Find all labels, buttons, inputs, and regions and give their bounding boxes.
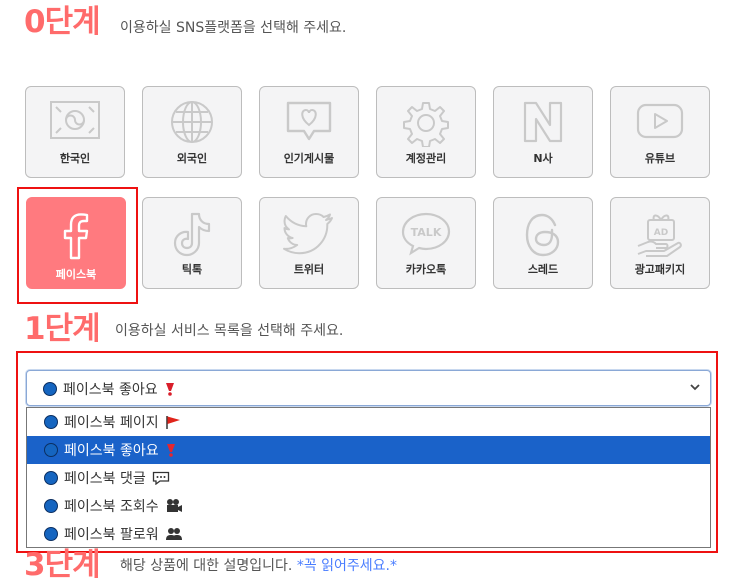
service-option-label: 페이스북 댓글	[64, 471, 146, 487]
step0-description: 이용하실 SNS플랫폼을 선택해 주세요.	[120, 20, 347, 36]
red-exclamation-icon	[164, 382, 176, 396]
platform-tile-kakaotalk[interactable]: TALK 카카오톡	[376, 197, 476, 289]
step3-title: 3단계	[24, 547, 101, 583]
blue-circle-icon	[44, 443, 58, 457]
red-exclamation-icon	[165, 443, 177, 457]
korean-flag-icon	[50, 101, 100, 139]
platform-label-threads: 스레드	[527, 263, 559, 276]
blue-circle-icon	[44, 471, 58, 485]
platform-tile-popular-posts[interactable]: 인기게시물	[259, 86, 359, 178]
service-select-value: 페이스북 좋아요	[63, 382, 158, 398]
step3-description: 해당 상품에 대한 설명입니다. *꼭 읽어주세요.*	[120, 555, 397, 575]
threads-icon	[525, 213, 560, 257]
platform-label-popular-posts: 인기게시물	[283, 152, 335, 165]
globe-icon	[171, 101, 213, 143]
platform-tile-account-management[interactable]: 계정관리	[376, 86, 476, 178]
step0-title: 0단계	[24, 4, 101, 40]
speech-bubble-icon	[152, 471, 170, 485]
platform-label-youtube: 유튜브	[644, 152, 676, 165]
naver-n-icon	[523, 101, 563, 143]
platform-tile-threads[interactable]: 스레드	[493, 197, 593, 289]
service-option-label: 페이스북 좋아요	[64, 443, 159, 459]
kakaotalk-icon: TALK	[401, 212, 451, 256]
platform-label-facebook: 페이스북	[55, 268, 97, 281]
gear-icon	[403, 102, 449, 147]
service-option-page[interactable]: 페이스북 페이지	[27, 408, 710, 436]
service-option-label: 페이스북 페이지	[64, 415, 159, 431]
blue-circle-icon	[44, 415, 58, 429]
service-option-label: 페이스북 팔로워	[64, 527, 159, 543]
ad-package-icon: AD	[637, 214, 682, 257]
platform-tile-facebook[interactable]: 페이스북	[26, 197, 126, 289]
chevron-down-icon	[690, 384, 700, 391]
service-select[interactable]: 페이스북 좋아요	[26, 370, 711, 406]
service-option-followers[interactable]: 페이스북 팔로워	[27, 520, 710, 548]
blue-circle-icon	[44, 499, 58, 513]
platform-tile-ad-package[interactable]: AD 광고패키지	[610, 197, 710, 289]
step3-description-text: 해당 상품에 대한 설명입니다.	[120, 558, 293, 574]
step1-description: 이용하실 서비스 목록을 선택해 주세요.	[115, 323, 344, 339]
service-dropdown-list: 페이스북 페이지 페이스북 좋아요 페이스북 댓글 페이스북 조회수 페이스북 …	[26, 407, 711, 548]
platform-label-korean: 한국인	[59, 152, 91, 165]
svg-text:TALK: TALK	[411, 226, 442, 239]
platform-label-account-management: 계정관리	[405, 152, 447, 165]
step3-read-notice: *꼭 읽어주세요.*	[296, 558, 398, 574]
platform-label-foreign: 외국인	[176, 152, 208, 165]
platform-tile-foreign[interactable]: 외국인	[142, 86, 242, 178]
platform-tile-twitter[interactable]: 트위터	[259, 197, 359, 289]
platform-tile-korean[interactable]: 한국인	[25, 86, 125, 178]
platform-label-twitter: 트위터	[293, 263, 325, 276]
blue-circle-icon	[43, 382, 57, 396]
svg-text:AD: AD	[654, 228, 668, 238]
step1-title: 1단계	[24, 311, 101, 347]
platform-tile-naver[interactable]: N사	[493, 86, 593, 178]
platform-label-naver: N사	[533, 152, 553, 165]
red-flag-icon	[165, 415, 181, 429]
platform-label-ad-package: 광고패키지	[634, 263, 686, 276]
people-silhouette-icon	[165, 527, 183, 541]
platform-tile-tiktok[interactable]: 틱톡	[142, 197, 242, 289]
platform-label-tiktok: 틱톡	[181, 263, 203, 276]
facebook-icon	[63, 213, 89, 260]
twitter-bird-icon	[283, 213, 333, 255]
movie-camera-icon	[165, 498, 183, 514]
blue-circle-icon	[44, 527, 58, 541]
tiktok-icon	[173, 212, 211, 257]
service-option-label: 페이스북 조회수	[64, 499, 159, 515]
heart-speech-icon	[286, 101, 332, 141]
youtube-play-icon	[636, 103, 684, 139]
platform-label-kakaotalk: 카카오톡	[405, 263, 447, 276]
service-option-likes[interactable]: 페이스북 좋아요	[27, 436, 710, 464]
service-option-views[interactable]: 페이스북 조회수	[27, 492, 710, 520]
service-option-comments[interactable]: 페이스북 댓글	[27, 464, 710, 492]
platform-tile-youtube[interactable]: 유튜브	[610, 86, 710, 178]
